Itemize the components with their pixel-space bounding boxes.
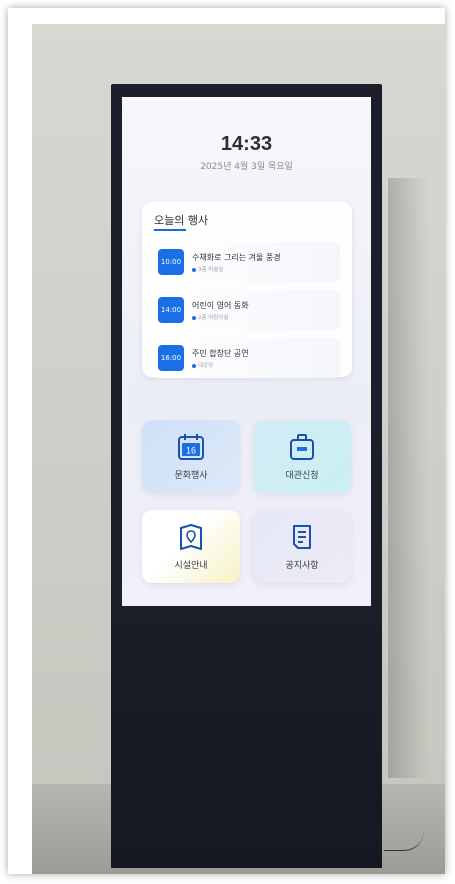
event-title: 수채화로 그리는 겨울 풍경 (192, 253, 281, 262)
events-title-underline (154, 229, 186, 231)
event-location: 3층 미술실 (192, 265, 224, 273)
event-time-badge: 14:00 (158, 297, 184, 323)
event-time-badge: 10:00 (158, 249, 184, 275)
events-title: 오늘의 행사 (154, 214, 209, 227)
briefcase-icon (290, 434, 314, 460)
clock-date: 2025년 4월 3일 목요일 (200, 162, 293, 172)
event-title: 주민 합창단 공연 (192, 349, 249, 358)
location-pin-icon (192, 363, 196, 368)
document-icon (293, 525, 311, 549)
rental-request-button[interactable]: 대관신청 (253, 420, 351, 493)
rental-request-label: 대관신청 (285, 471, 319, 481)
facility-guide-label: 시설안내 (174, 561, 208, 571)
kiosk-base (111, 612, 382, 868)
today-events-card: 오늘의 행사 10:00 수채화로 그리는 겨울 풍경 3층 미술실 14:00… (142, 202, 352, 378)
location-pin-icon (192, 267, 196, 272)
calendar-icon: 16 (178, 434, 204, 460)
calendar-day: 16 (186, 446, 196, 456)
event-item[interactable]: 14:00 어린이 영어 동화 2층 어린이실 (152, 290, 340, 330)
event-location: 대강당 (192, 361, 213, 369)
event-time-badge: 16:00 (158, 345, 184, 371)
event-location: 2층 어린이실 (192, 313, 229, 321)
facility-guide-button[interactable]: 시설안내 (142, 510, 240, 583)
event-title: 어린이 영어 동화 (192, 301, 249, 310)
clock-time: 14:33 (220, 133, 273, 155)
event-item[interactable]: 10:00 수채화로 그리는 겨울 풍경 3층 미술실 (152, 242, 340, 282)
location-pin-icon (192, 315, 196, 320)
kiosk-shadow (388, 178, 428, 778)
notice-label: 공지사항 (285, 561, 319, 571)
culture-events-label: 문화행사 (174, 471, 208, 481)
event-item[interactable]: 16:00 주민 합창단 공연 대강당 (152, 338, 340, 378)
kiosk-screen: 14:33 2025년 4월 3일 목요일 오늘의 행사 10:00 수채화로 … (122, 97, 371, 606)
culture-events-button[interactable]: 16 문화행사 (142, 420, 240, 493)
notice-button[interactable]: 공지사항 (253, 510, 351, 583)
map-icon (180, 524, 202, 550)
